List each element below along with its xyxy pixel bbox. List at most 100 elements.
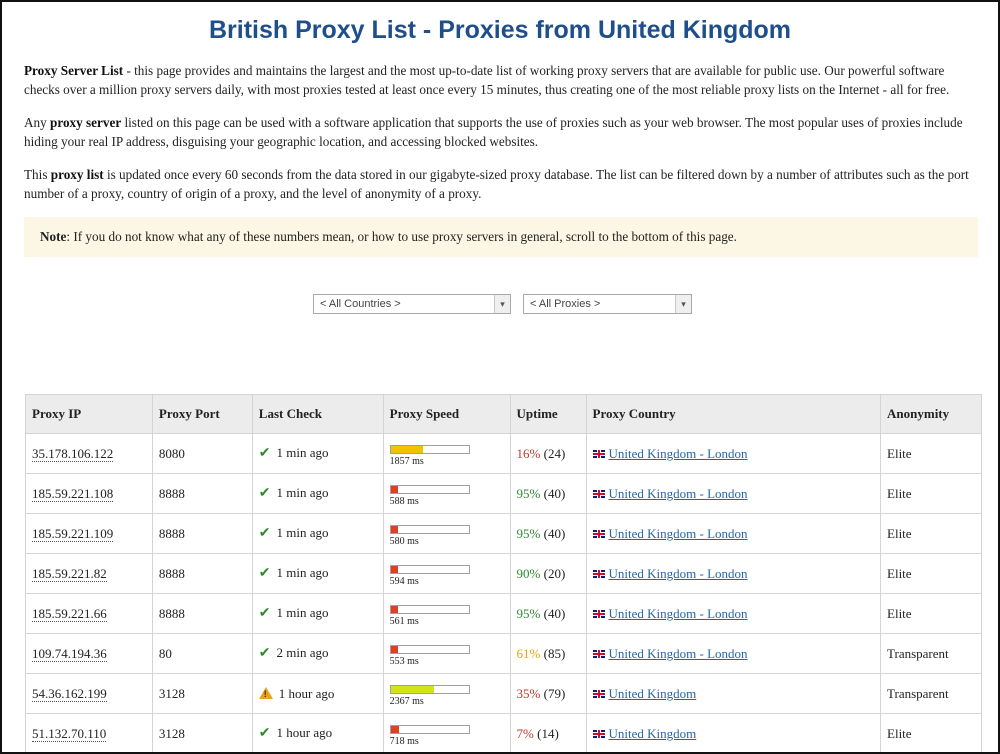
column-header[interactable]: Anonymity xyxy=(880,394,982,434)
uptime-percent: 90% xyxy=(516,565,541,581)
last-check-text: 1 hour ago xyxy=(276,725,333,740)
uk-flag-icon xyxy=(592,449,605,458)
speed-value: 588 ms xyxy=(389,495,419,507)
country-filter-select[interactable]: < All Countries > ▾ xyxy=(313,294,511,314)
uptime-count: (24) xyxy=(540,445,566,461)
intro-text: is updated once every 60 seconds from th… xyxy=(24,167,969,201)
ip-cell: 185.59.221.108 xyxy=(25,473,153,514)
proxy-ip[interactable]: 109.74.194.36 xyxy=(32,645,107,662)
note-label: Note xyxy=(40,229,67,244)
intro-paragraph: Any proxy server listed on this page can… xyxy=(24,113,976,151)
last-check-cell: ✔ 1 min ago xyxy=(251,593,384,634)
column-header[interactable]: Proxy Speed xyxy=(382,394,511,434)
ip-cell: 185.59.221.109 xyxy=(25,513,153,554)
proxy-type-filter-select[interactable]: < All Proxies > ▾ xyxy=(523,294,692,314)
intro-text: This xyxy=(24,167,51,182)
uk-flag-icon xyxy=(592,529,605,538)
uptime-percent: 7% xyxy=(516,725,534,741)
proxy-ip[interactable]: 35.178.106.122 xyxy=(32,445,114,462)
uptime-count: (40) xyxy=(540,485,566,501)
intro-text: Any xyxy=(24,115,51,130)
warning-icon xyxy=(258,686,273,699)
uk-flag-icon xyxy=(592,729,605,738)
table-row: 185.59.221.108 8888 ✔ 1 min ago 588 ms 95% (4… xyxy=(25,473,982,514)
speed-cell: 588 ms xyxy=(382,473,511,514)
speed-cell: 2367 ms xyxy=(382,673,511,714)
speed-value: 580 ms xyxy=(389,535,419,547)
proxy-ip[interactable]: 54.36.162.199 xyxy=(32,685,107,702)
speed-value: 561 ms xyxy=(389,615,419,627)
uptime-cell: 95% (40) xyxy=(509,513,587,554)
page-frame: British Proxy List - Proxies from United… xyxy=(0,0,1000,754)
anonymity-level: Elite xyxy=(880,513,982,554)
country-link[interactable]: United Kingdom xyxy=(609,726,697,741)
table-row: 185.59.221.82 8888 ✔ 1 min ago 594 ms 90% (20… xyxy=(25,553,982,594)
anonymity-level: Elite xyxy=(880,473,982,514)
uptime-count: (40) xyxy=(540,605,566,621)
last-check-cell: ✔ 1 min ago xyxy=(251,553,384,594)
last-check-text: 1 min ago xyxy=(276,605,329,620)
uptime-percent: 95% xyxy=(516,485,541,501)
ip-cell: 35.178.106.122 xyxy=(25,433,153,474)
uptime-cell: 95% (40) xyxy=(509,473,587,514)
proxy-port: 8888 xyxy=(151,513,253,554)
check-icon: ✔ xyxy=(258,486,271,501)
column-header[interactable]: Proxy Country xyxy=(585,394,882,434)
anonymity-level: Elite xyxy=(880,433,982,474)
uptime-count: (40) xyxy=(540,525,566,541)
table-row: 109.74.194.36 80 ✔ 2 min ago 553 ms 61% (85) U… xyxy=(25,633,982,674)
table-row: 35.178.106.122 8080 ✔ 1 min ago 1857 ms 16% (… xyxy=(25,433,982,474)
uptime-cell: 16% (24) xyxy=(509,433,587,474)
proxy-ip[interactable]: 51.132.70.110 xyxy=(32,725,107,742)
proxy-ip[interactable]: 185.59.221.109 xyxy=(32,525,114,542)
proxy-ip[interactable]: 185.59.221.82 xyxy=(32,565,107,582)
column-header[interactable]: Proxy IP xyxy=(25,394,153,434)
table-row: 51.132.70.110 3128 ✔ 1 hour ago 718 ms 7% (14… xyxy=(25,713,982,752)
country-link[interactable]: United Kingdom - London xyxy=(609,646,748,661)
last-check-cell: ✔ 2 min ago xyxy=(251,633,384,674)
speed-value: 594 ms xyxy=(389,575,419,587)
chevron-down-icon: ▾ xyxy=(494,295,510,313)
country-link[interactable]: United Kingdom - London xyxy=(609,606,748,621)
column-header[interactable]: Proxy Port xyxy=(151,394,253,434)
uptime-percent: 61% xyxy=(516,645,541,661)
last-check-text: 2 min ago xyxy=(276,645,329,660)
country-cell: United Kingdom - London xyxy=(585,433,882,474)
uk-flag-icon xyxy=(592,569,605,578)
country-link[interactable]: United Kingdom - London xyxy=(609,566,748,581)
proxy-port: 8080 xyxy=(151,433,253,474)
column-header[interactable]: Uptime xyxy=(509,394,587,434)
speed-value: 2367 ms xyxy=(389,695,424,707)
ip-cell: 185.59.221.66 xyxy=(25,593,153,634)
chevron-down-icon: ▾ xyxy=(675,295,691,313)
page-title: British Proxy List - Proxies from United… xyxy=(208,16,792,44)
country-cell: United Kingdom - London xyxy=(585,633,882,674)
country-link[interactable]: United Kingdom - London xyxy=(609,446,748,461)
proxy-port: 3128 xyxy=(151,673,253,714)
speed-bar xyxy=(389,524,470,534)
country-link[interactable]: United Kingdom - London xyxy=(609,526,748,541)
country-link[interactable]: United Kingdom - London xyxy=(609,486,748,501)
proxy-ip[interactable]: 185.59.221.66 xyxy=(32,605,107,622)
country-link[interactable]: United Kingdom xyxy=(609,686,697,701)
proxy-port: 80 xyxy=(151,633,253,674)
uptime-percent: 35% xyxy=(516,685,541,701)
uptime-cell: 90% (20) xyxy=(509,553,587,594)
speed-value: 1857 ms xyxy=(389,455,424,467)
proxy-ip[interactable]: 185.59.221.108 xyxy=(32,485,114,502)
uptime-count: (85) xyxy=(540,645,566,661)
column-header[interactable]: Last Check xyxy=(251,394,384,434)
check-icon: ✔ xyxy=(258,566,271,581)
uptime-cell: 7% (14) xyxy=(509,713,587,752)
speed-cell: 1857 ms xyxy=(382,433,511,474)
speed-cell: 718 ms xyxy=(382,713,511,752)
uk-flag-icon xyxy=(592,609,605,618)
country-cell: United Kingdom - London xyxy=(585,473,882,514)
country-cell: United Kingdom xyxy=(585,673,882,714)
uk-flag-icon xyxy=(592,649,605,658)
uptime-count: (79) xyxy=(540,685,566,701)
ip-cell: 54.36.162.199 xyxy=(25,673,153,714)
country-filter-value: < All Countries > xyxy=(320,298,401,310)
table-row: 185.59.221.66 8888 ✔ 1 min ago 561 ms 95% (40… xyxy=(25,593,982,634)
speed-cell: 580 ms xyxy=(382,513,511,554)
